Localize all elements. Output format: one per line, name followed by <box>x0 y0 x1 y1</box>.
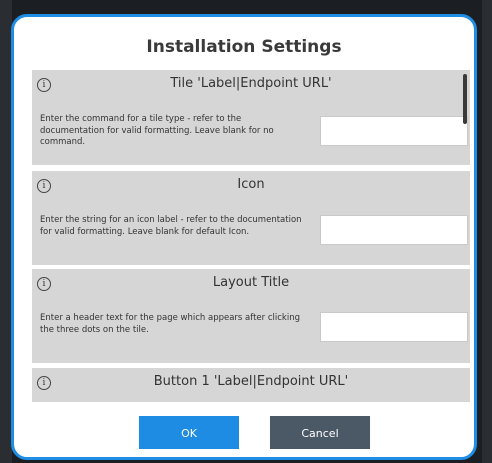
setting-tile-label-endpoint: i Tile 'Label|Endpoint URL' Enter the co… <box>32 70 470 165</box>
ok-button[interactable]: OK <box>139 416 239 449</box>
setting-description: Enter the string for an icon label - ref… <box>40 215 302 237</box>
setting-layout-title: i Layout Title Enter a header text for t… <box>32 269 470 363</box>
installation-settings-dialog: Installation Settings i Tile 'Label|Endp… <box>11 14 477 460</box>
icon-input[interactable] <box>320 215 468 245</box>
dialog-title: Installation Settings <box>146 37 342 57</box>
layout-title-input[interactable] <box>320 312 468 342</box>
setting-title: Tile 'Label|Endpoint URL' <box>170 76 332 91</box>
setting-title: Layout Title <box>212 275 290 290</box>
setting-description: Enter a header text for the page which a… <box>40 313 300 335</box>
setting-button-1-label-endpoint: i Button 1 'Label|Endpoint URL' <box>32 368 470 402</box>
setting-description: Enter the command for a tile type - refe… <box>40 114 274 147</box>
cancel-button[interactable]: Cancel <box>270 416 370 449</box>
scrollbar-thumb[interactable] <box>463 74 467 124</box>
setting-title: Icon <box>237 177 265 192</box>
setting-icon: i Icon Enter the string for an icon labe… <box>32 171 470 265</box>
background-panel-right <box>482 0 492 463</box>
settings-list[interactable]: i Tile 'Label|Endpoint URL' Enter the co… <box>32 70 470 402</box>
setting-title: Button 1 'Label|Endpoint URL' <box>153 374 349 389</box>
tile-label-endpoint-input[interactable] <box>320 116 468 146</box>
